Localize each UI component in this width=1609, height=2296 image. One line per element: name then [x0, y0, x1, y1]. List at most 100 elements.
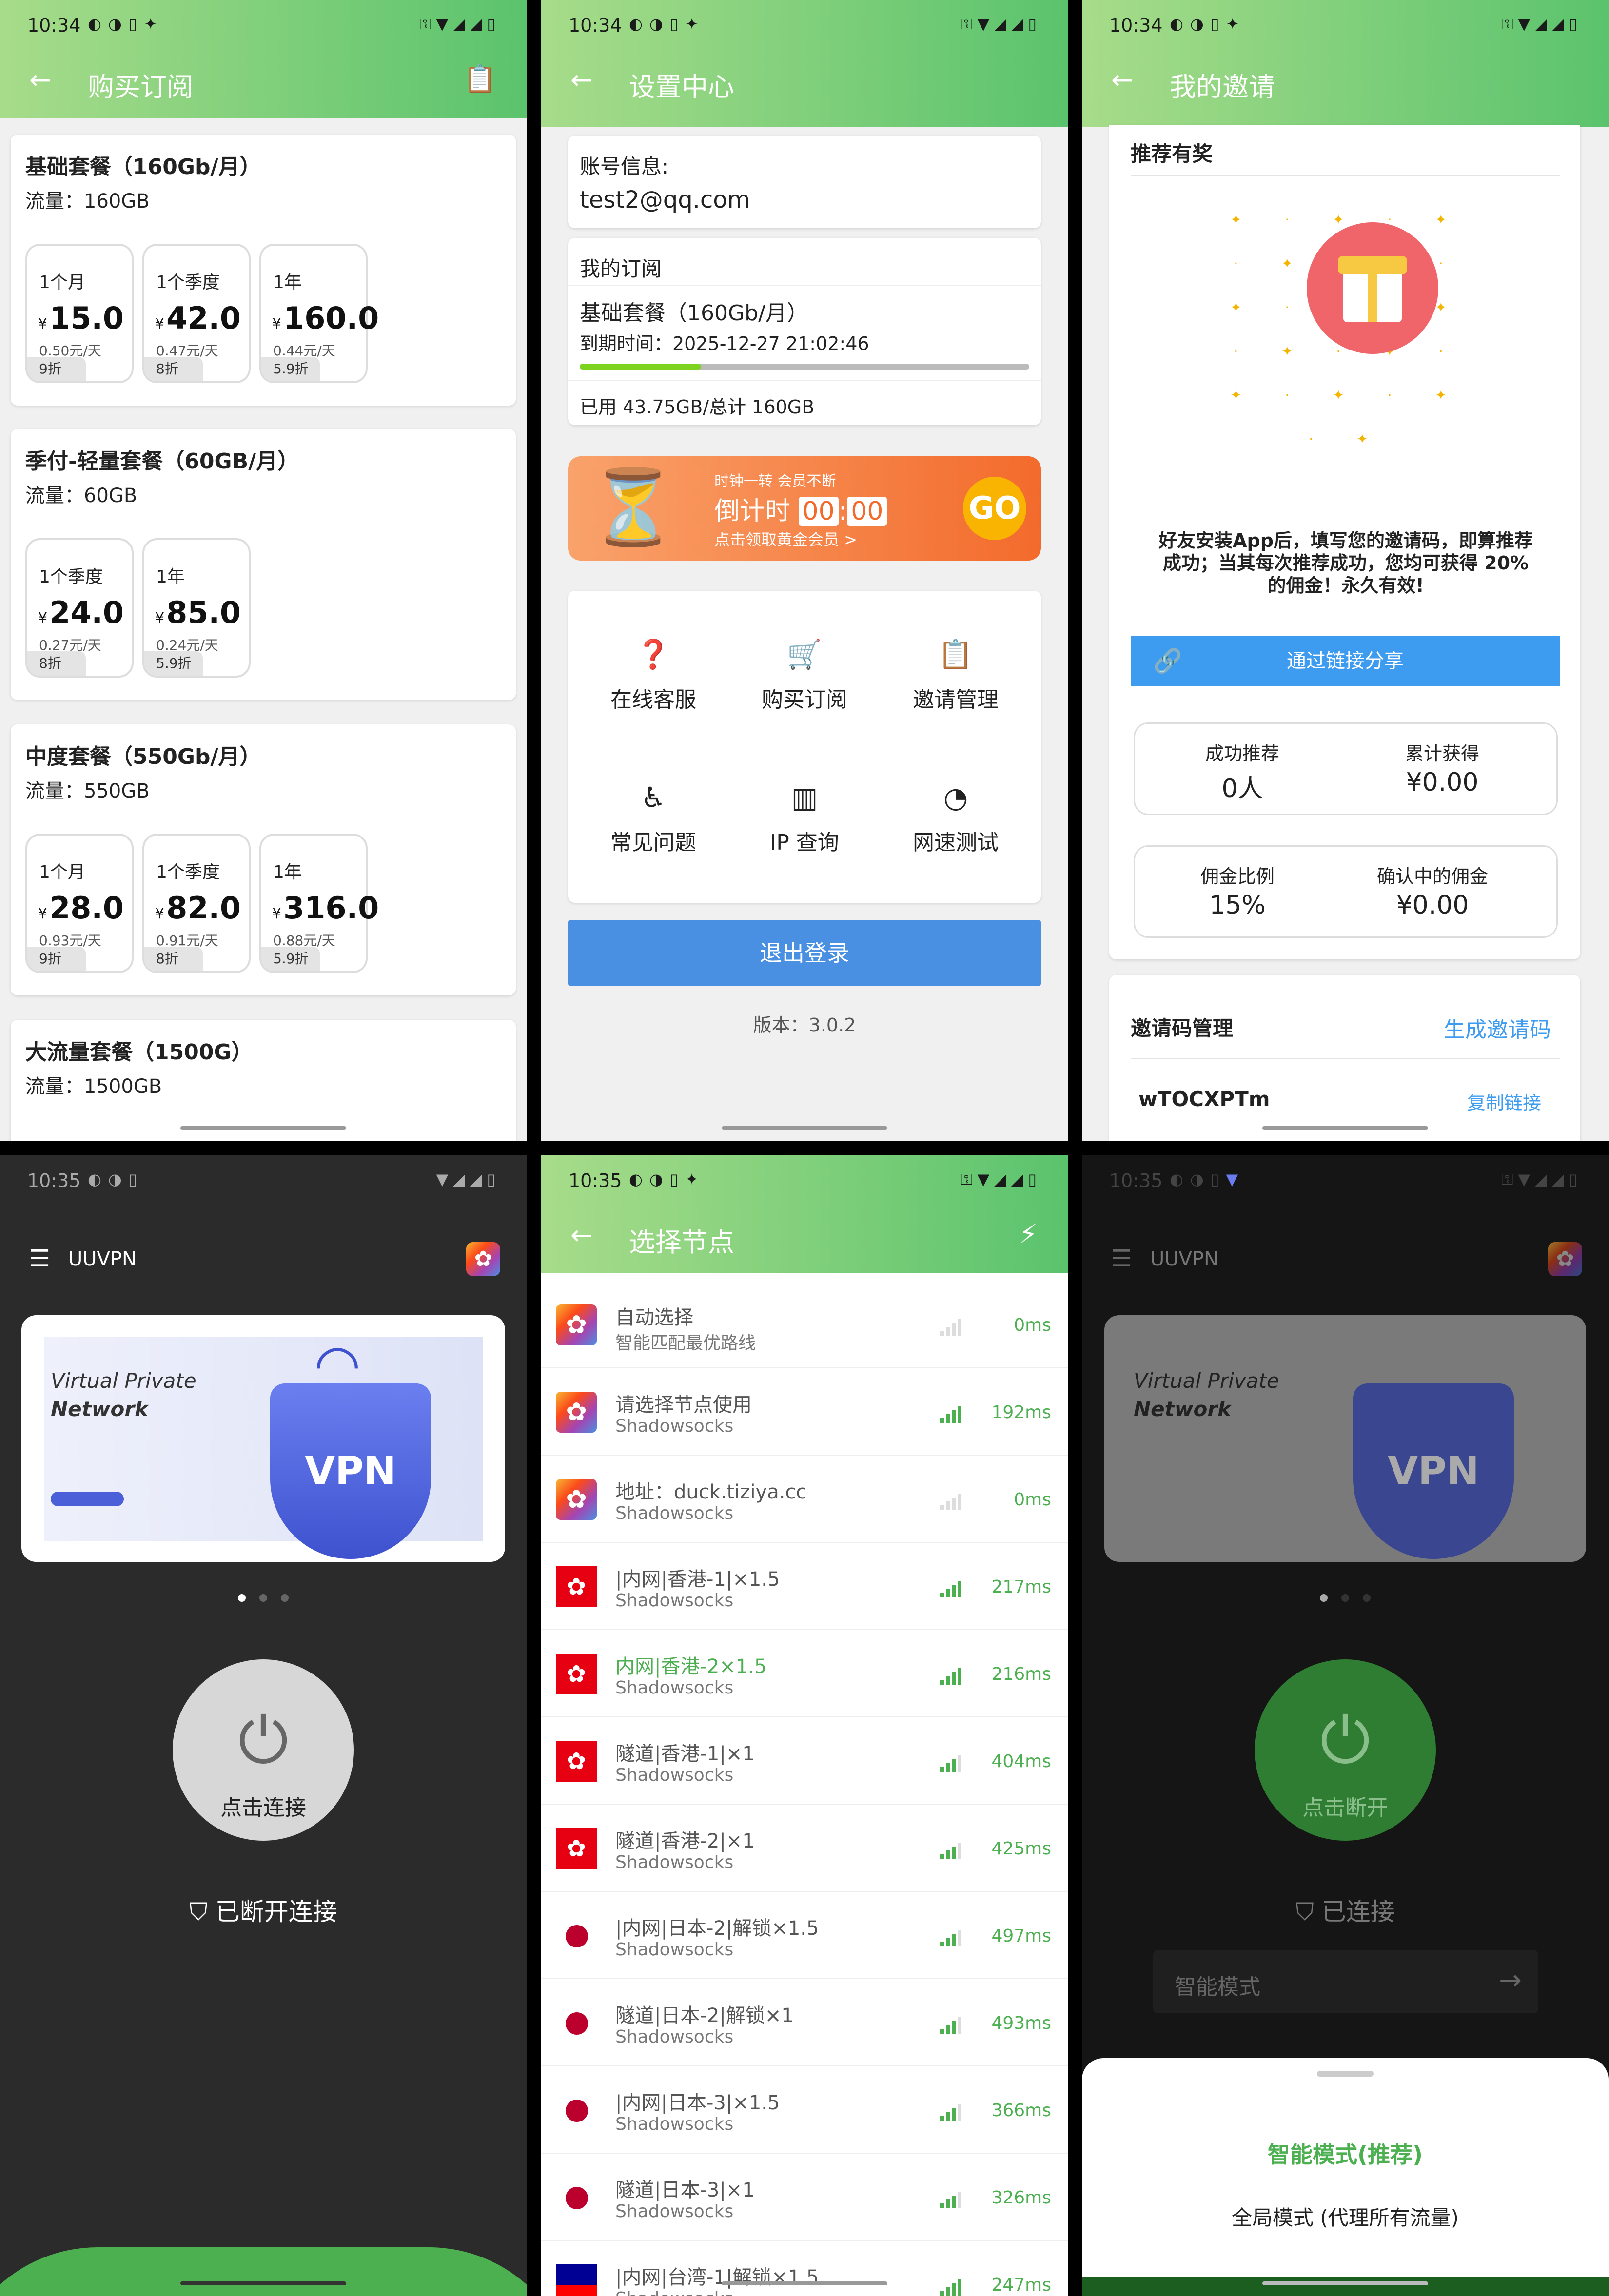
account-card: 账号信息: test2@qq.com [568, 136, 1041, 228]
promo-banner[interactable]: ⏳ 时钟一转 会员不断 倒计时 00:00 点击领取黄金会员 > GO [568, 456, 1041, 561]
plan-option[interactable]: 1个月 ¥15.0 0.50元/天 9折 [25, 244, 134, 383]
menu-online-support[interactable]: ❓ 在线客服 [580, 638, 726, 713]
plan-option[interactable]: 1个季度 ¥42.0 0.47元/天 8折 [142, 244, 251, 383]
mode-option-global[interactable]: 全局模式 (代理所有流量) [1082, 2201, 1609, 2231]
node-protocol: Shadowsocks [615, 2027, 734, 2047]
node-row[interactable]: |内网|日本-3|×1.5 Shadowsocks 366ms [541, 2066, 1068, 2154]
back-arrow-icon[interactable]: ← [570, 1220, 592, 1250]
signal-bar [940, 2116, 944, 2121]
currency-symbol: ¥ [155, 610, 165, 627]
hong-kong-flag-icon: ✿ [556, 1741, 597, 1782]
app-logo-icon[interactable]: ✿ [1548, 1242, 1582, 1276]
status-text: 已连接 [1321, 1898, 1395, 1926]
plan-price: ¥82.0 [155, 890, 241, 926]
signal-bar [946, 1414, 950, 1423]
node-latency: 0ms [1014, 1490, 1051, 1510]
menu-purchase[interactable]: 🛒 购买订阅 [731, 638, 878, 713]
status-bar: 10:35 ◐◑▯▼ ⚿▼◢◢▯ [1082, 1155, 1609, 1204]
clipboard-icon[interactable]: 📋 [464, 63, 496, 95]
japan-flag-icon [556, 2003, 597, 2043]
logout-button[interactable]: 退出登录 [568, 920, 1041, 986]
menu-icon[interactable]: ☰ [1111, 1245, 1132, 1272]
node-protocol: Shadowsocks [615, 1678, 734, 1698]
stat-value: 0人 [1221, 774, 1263, 803]
plan-option[interactable]: 1个季度 ¥24.0 0.27元/天 8折 [25, 538, 134, 678]
node-latency: 425ms [991, 1839, 1051, 1859]
invite-code: wTOCXPTm [1138, 1087, 1270, 1111]
signal-bar [952, 1759, 956, 1772]
system-icons: ⚿▼◢◢▯ [1501, 1170, 1582, 1188]
mode-selector[interactable]: 智能模式 → [1153, 1950, 1538, 2013]
flag-disc [566, 2100, 588, 2122]
package-traffic: 流量：60GB [25, 485, 137, 507]
menu-invite[interactable]: 📋 邀请管理 [883, 638, 1029, 713]
menu-speed-test[interactable]: ◔ 网速测试 [883, 781, 1029, 856]
menu-icon[interactable]: ☰ [29, 1245, 50, 1272]
app-logo-icon[interactable]: ✿ [466, 1242, 500, 1276]
app-bar: ← 选择节点 ⚡ [541, 1204, 1068, 1273]
node-protocol: Shadowsocks [615, 1591, 734, 1611]
vpn-banner[interactable]: Virtual Private Network VPN ◠ [21, 1315, 505, 1562]
plan-duration: 1个季度 [156, 862, 220, 882]
discount-badge: 8折 [144, 357, 203, 381]
signal-icon [940, 2273, 963, 2296]
back-arrow-icon[interactable]: ← [29, 64, 51, 95]
menu-faq[interactable]: ♿ 常见问题 [580, 781, 726, 856]
signal-bar [946, 1501, 950, 1510]
signal-bar [952, 1498, 956, 1510]
node-protocol: Shadowsocks [615, 1503, 734, 1523]
plan-duration: 1个季度 [39, 567, 103, 587]
node-row[interactable]: ✿ 地址：duck.tiziya.cc Shadowsocks 0ms [541, 1456, 1068, 1543]
generate-code-button[interactable]: 生成邀请码 [1444, 1012, 1551, 1043]
usage-progress-track [580, 364, 1029, 370]
status-time: 10:35 [27, 1170, 81, 1191]
arrow-right-icon: → [1499, 1965, 1522, 1996]
package-name: 大流量套餐（1500G） [25, 1040, 253, 1065]
account-label: 账号信息: [580, 155, 669, 178]
signal-icon [940, 2186, 963, 2208]
disconnect-button[interactable]: ⏻ 点击断开 [1255, 1659, 1436, 1841]
wifi-icon: ◠ [314, 1333, 361, 1395]
carousel-dots [0, 1594, 527, 1604]
plan-option[interactable]: 1年 ¥316.0 0.88元/天 5.9折 [259, 834, 379, 973]
stat-label: 佣金比例 [1200, 866, 1275, 887]
signal-bar [958, 1494, 961, 1510]
shield-icon: VPN [270, 1383, 431, 1559]
back-arrow-icon[interactable]: ← [570, 64, 592, 95]
node-row[interactable]: ✿ 内网|香港-2×1.5 Shadowsocks 216ms [541, 1630, 1068, 1717]
node-row[interactable]: ✿ 隧道|香港-1|×1 Shadowsocks 404ms [541, 1717, 1068, 1805]
home-indicator [1262, 2281, 1428, 2285]
node-row[interactable]: ✿ 隧道|香港-2|×1 Shadowsocks 425ms [541, 1805, 1068, 1892]
node-row[interactable]: ✿ 自动选择 智能匹配最优路线 0ms [541, 1281, 1068, 1368]
share-link-button[interactable]: 🔗 通过链接分享 [1131, 636, 1560, 686]
mode-option-smart[interactable]: 智能模式(推荐) [1082, 2137, 1609, 2169]
node-latency: 326ms [991, 2188, 1051, 2208]
plan-option[interactable]: 1个季度 ¥82.0 0.91元/天 8折 [142, 834, 251, 973]
menu-label: 常见问题 [610, 830, 696, 855]
back-arrow-icon[interactable]: ← [1111, 64, 1133, 95]
node-row[interactable]: ✿ |内网|香港-1|×1.5 Shadowsocks 217ms [541, 1543, 1068, 1630]
node-row[interactable]: 隧道|日本-2|解锁×1 Shadowsocks 493ms [541, 1979, 1068, 2066]
plan-option[interactable]: 1个月 ¥28.0 0.93元/天 9折 [25, 834, 134, 973]
hong-kong-flag-icon: ✿ [556, 1654, 597, 1694]
help-icon: ❓ [635, 638, 671, 671]
home-indicator [180, 1126, 346, 1130]
node-row[interactable]: ✿ 请选择节点使用 Shadowsocks 192ms [541, 1368, 1068, 1456]
go-button[interactable]: GO [963, 477, 1026, 540]
node-name: |内网|日本-3|×1.5 [615, 2092, 780, 2114]
discount-badge: 5.9折 [144, 651, 203, 676]
node-name: |内网|台湾-1|解锁×1.5 [615, 2266, 819, 2289]
plan-option[interactable]: 1年 ¥160.0 0.44元/天 5.9折 [259, 244, 379, 383]
signal-bar [958, 1930, 961, 1946]
node-row[interactable]: |内网|日本-2|解锁×1.5 Shadowsocks 497ms [541, 1892, 1068, 1979]
lightning-icon[interactable]: ⚡ [1019, 1219, 1038, 1249]
plan-option[interactable]: 1年 ¥85.0 0.24元/天 5.9折 [142, 538, 251, 678]
countdown: 倒计时 00:00 [714, 490, 887, 527]
node-row[interactable]: 隧道|日本-3|×1 Shadowsocks 326ms [541, 2154, 1068, 2241]
signal-icon [940, 2011, 963, 2034]
clipboard-icon: 📋 [938, 638, 974, 671]
node-row[interactable]: |内网|台湾-1|解锁×1.5Shadowsocks 247ms [541, 2241, 1068, 2296]
menu-ip-lookup[interactable]: ▥ IP 查询 [731, 781, 878, 856]
connect-button[interactable]: ⏻ 点击连接 [173, 1659, 354, 1841]
copy-link-button[interactable]: 复制链接 [1467, 1088, 1541, 1115]
